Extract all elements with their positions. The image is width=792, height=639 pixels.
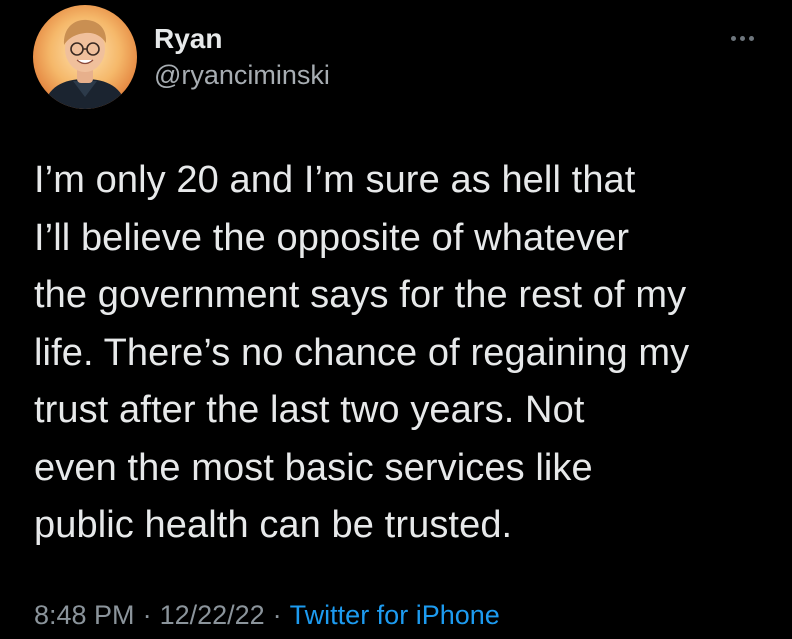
more-options-button[interactable]: [722, 28, 762, 48]
avatar-image: [43, 19, 127, 109]
tweet-source-link[interactable]: Twitter for iPhone: [290, 600, 500, 630]
more-horizontal-icon-dot: [748, 35, 754, 41]
tweet-text: I’m only 20 and I’m sure as hell that I’…: [34, 159, 690, 546]
avatar[interactable]: [33, 5, 137, 109]
user-handle[interactable]: @ryanciminski: [154, 58, 330, 92]
tweet-time[interactable]: 8:48 PM: [34, 600, 135, 630]
meta-separator: ·: [142, 600, 152, 630]
more-horizontal-icon: [730, 35, 736, 41]
meta-separator: ·: [272, 600, 282, 630]
user-info: Ryan @ryanciminski: [154, 22, 330, 92]
more-horizontal-icon-dot: [739, 35, 745, 41]
tweet: Ryan @ryanciminski I’m only 20 and I’m s…: [0, 0, 792, 639]
display-name[interactable]: Ryan: [154, 22, 330, 56]
tweet-date[interactable]: 12/22/22: [160, 600, 265, 630]
tweet-meta: 8:48 PM · 12/22/22 · Twitter for iPhone: [34, 598, 500, 632]
